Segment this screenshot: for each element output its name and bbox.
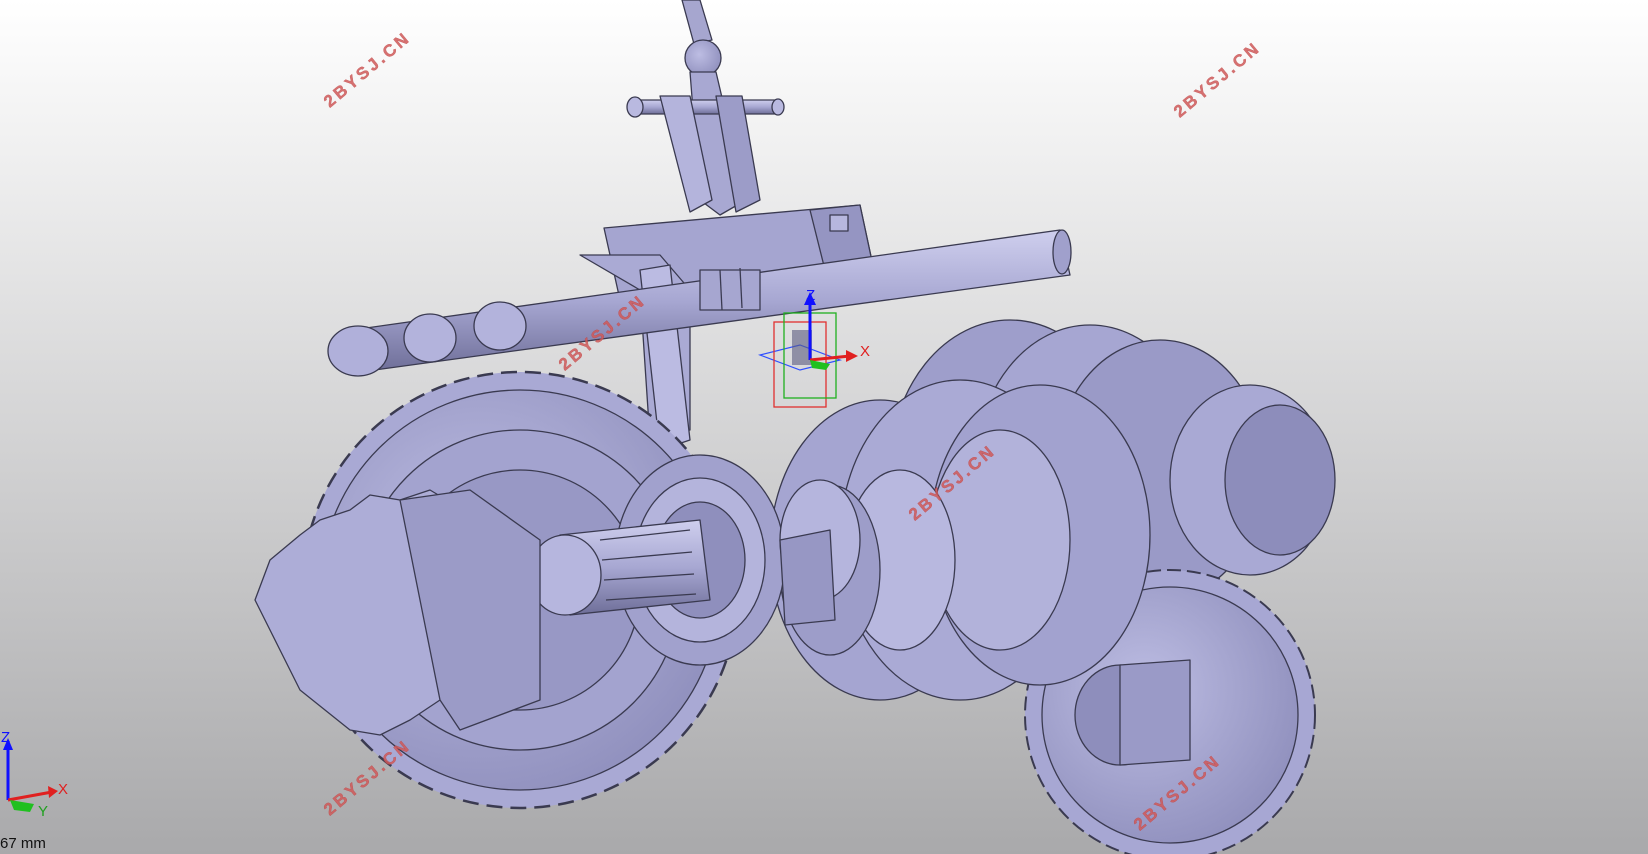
triad-z-label: Z xyxy=(1,729,10,746)
manipulator-x-label: X xyxy=(860,343,870,360)
manipulator-z-label: Z xyxy=(806,287,815,304)
scale-readout: 67 mm xyxy=(0,835,46,852)
3d-viewport[interactable]: Z X Z X Y 2BYSJ.CN 2BYSJ.CN 2BYSJ.CN 2BY… xyxy=(0,0,1648,854)
triad-x-label: X xyxy=(58,781,68,798)
triad-y-label: Y xyxy=(38,803,48,820)
model-canvas[interactable]: Z X Z X Y xyxy=(0,0,1648,854)
